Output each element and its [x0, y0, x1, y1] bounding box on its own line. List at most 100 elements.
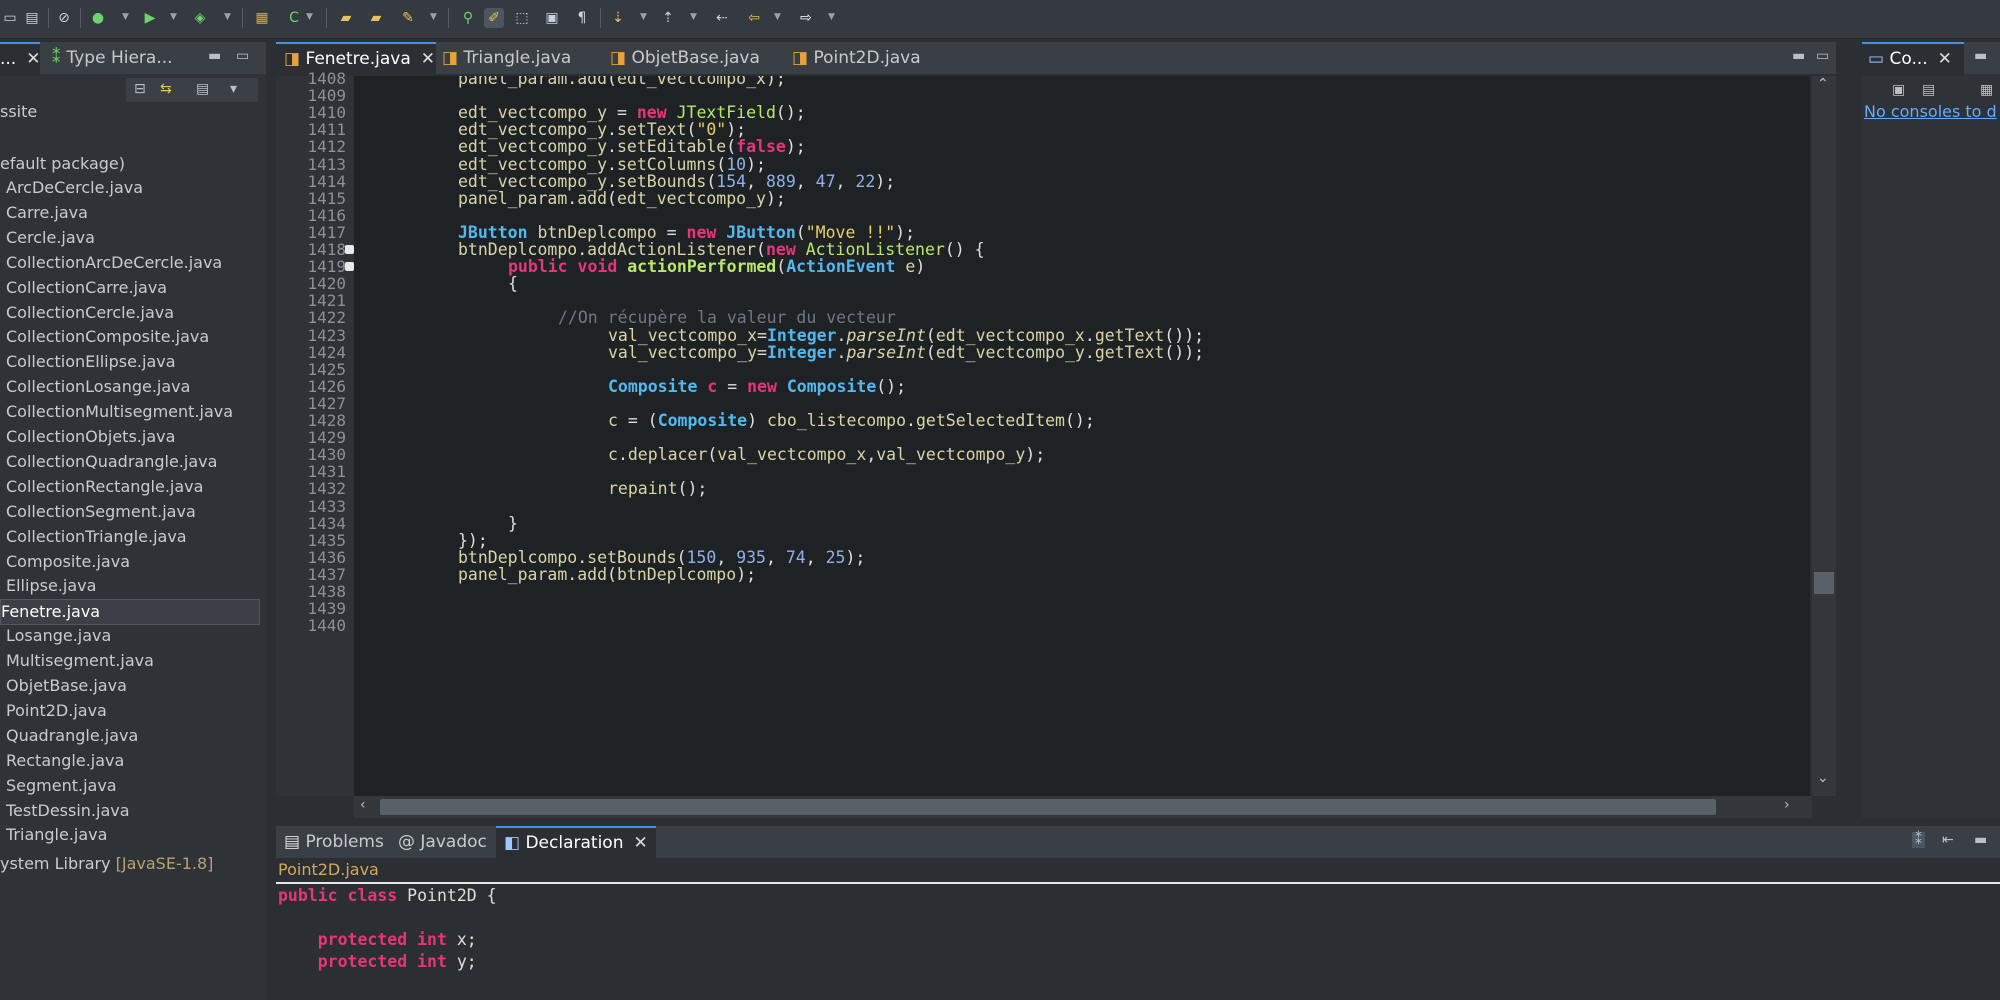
- file-item[interactable]: CollectionComposite.java: [6, 325, 209, 349]
- scroll-thumb[interactable]: [1814, 572, 1834, 594]
- close-icon[interactable]: ✕: [1938, 49, 1952, 69]
- file-item[interactable]: Point2D.java: [6, 699, 107, 723]
- focus-icon[interactable]: ▤: [196, 81, 209, 97]
- tab-objetbase[interactable]: ◨ ObjetBase.java: [610, 42, 760, 74]
- save-all-icon[interactable]: ▭: [0, 8, 20, 28]
- open-console-icon[interactable]: ▦: [1980, 82, 1993, 98]
- file-item[interactable]: CollectionCarre.java: [6, 276, 167, 300]
- vertical-scrollbar[interactable]: ⌃ ⌄: [1812, 76, 1836, 796]
- chevron-down-icon[interactable]: ▼: [774, 12, 781, 22]
- close-icon[interactable]: ✕: [633, 833, 647, 853]
- open-input-icon[interactable]: ⇤: [1942, 832, 1954, 848]
- link-editor-icon[interactable]: ⇆: [160, 81, 172, 97]
- fold-toggle-icon[interactable]: [345, 262, 354, 272]
- file-item[interactable]: CollectionEllipse.java: [6, 350, 176, 374]
- minimize-icon[interactable]: ▬: [1792, 48, 1805, 64]
- last-edit-icon[interactable]: ⇠: [712, 8, 732, 28]
- chevron-down-icon[interactable]: ▼: [170, 12, 177, 22]
- breadcrumb-icon[interactable]: ▣: [542, 8, 562, 28]
- code-area[interactable]: panel_param.add(edt_vectcompo_x); edt_vec…: [354, 76, 1810, 796]
- horizontal-scrollbar[interactable]: ‹ ›: [354, 796, 1812, 818]
- maximize-icon[interactable]: ▭: [1816, 48, 1829, 64]
- file-item[interactable]: Cercle.java: [6, 226, 95, 250]
- file-item[interactable]: CollectionObjets.java: [6, 425, 175, 449]
- print-icon[interactable]: ▤: [22, 8, 42, 28]
- fold-toggle-icon[interactable]: [345, 245, 354, 254]
- forward-icon[interactable]: ⇨: [796, 8, 816, 28]
- chevron-down-icon[interactable]: ▼: [828, 12, 835, 22]
- view-menu-icon[interactable]: ▾: [230, 81, 237, 97]
- minimize-icon[interactable]: ▬: [1974, 48, 1987, 64]
- scroll-thumb[interactable]: [380, 799, 1716, 815]
- minimize-icon[interactable]: ▬: [208, 48, 221, 64]
- file-item[interactable]: Fenetre.java: [0, 599, 260, 626]
- file-item[interactable]: CollectionMultisegment.java: [6, 400, 233, 424]
- close-icon[interactable]: ✕: [26, 49, 40, 69]
- file-item[interactable]: CollectionArcDeCercle.java: [6, 251, 222, 275]
- link-selection-icon[interactable]: ⁑: [1912, 832, 1925, 848]
- tab-javadoc[interactable]: @ Javadoc: [398, 826, 487, 858]
- file-item[interactable]: ObjetBase.java: [6, 674, 127, 698]
- tab-console[interactable]: ▭ Co... ✕: [1862, 42, 1964, 76]
- block-select-icon[interactable]: ¶: [572, 8, 592, 28]
- scroll-right-icon[interactable]: ›: [1784, 797, 1790, 813]
- file-item[interactable]: CollectionCercle.java: [6, 301, 174, 325]
- debug-icon[interactable]: ●: [88, 8, 108, 28]
- file-item[interactable]: TestDessin.java: [6, 799, 130, 823]
- close-icon[interactable]: ✕: [421, 49, 435, 69]
- chevron-down-icon[interactable]: ▼: [430, 12, 437, 22]
- tree-project[interactable]: ssite: [0, 100, 37, 124]
- new-class-icon[interactable]: C: [284, 8, 304, 28]
- tab-package-explorer[interactable]: ... ✕: [0, 42, 40, 76]
- file-item[interactable]: CollectionSegment.java: [6, 500, 196, 524]
- tab-point2d[interactable]: ◨ Point2D.java: [792, 42, 921, 74]
- file-item[interactable]: CollectionQuadrangle.java: [6, 450, 217, 474]
- file-item[interactable]: CollectionLosange.java: [6, 375, 190, 399]
- tab-fenetre[interactable]: ◨ Fenetre.java ✕: [276, 42, 436, 76]
- tab-triangle[interactable]: ◨ Triangle.java: [442, 42, 571, 74]
- highlight-icon[interactable]: ✐: [484, 8, 504, 28]
- collapse-all-icon[interactable]: ⊟: [134, 81, 146, 97]
- file-item[interactable]: Rectangle.java: [6, 749, 124, 773]
- file-item[interactable]: Triangle.java: [6, 823, 107, 847]
- open-type-icon[interactable]: ▰: [366, 8, 386, 28]
- maximize-icon[interactable]: ▭: [236, 48, 249, 64]
- file-item[interactable]: Segment.java: [6, 774, 117, 798]
- tab-problems[interactable]: ▤ Problems: [284, 826, 384, 858]
- scroll-up-icon[interactable]: ⌃: [1817, 76, 1829, 92]
- open-folder-icon[interactable]: ▰: [336, 8, 356, 28]
- file-item[interactable]: CollectionTriangle.java: [6, 525, 187, 549]
- file-item[interactable]: Composite.java: [6, 550, 130, 574]
- history-icon[interactable]: ⊘: [54, 8, 74, 28]
- pin-console-icon[interactable]: ▤: [1922, 82, 1935, 98]
- edit-icon[interactable]: ✎: [398, 8, 418, 28]
- file-item[interactable]: Losange.java: [6, 624, 111, 648]
- display-console-icon[interactable]: ▣: [1892, 82, 1905, 98]
- file-item[interactable]: ArcDeCercle.java: [6, 176, 143, 200]
- search-icon[interactable]: ⚲: [458, 8, 478, 28]
- declaration-file-link[interactable]: Point2D.java: [278, 860, 379, 879]
- chevron-down-icon[interactable]: ▼: [640, 12, 647, 22]
- file-item[interactable]: Quadrangle.java: [6, 724, 138, 748]
- file-item[interactable]: Ellipse.java: [6, 574, 96, 598]
- tree-library[interactable]: ystem Library [JavaSE-1.8]: [0, 852, 213, 876]
- prev-annotation-icon[interactable]: ⇡: [658, 8, 678, 28]
- back-icon[interactable]: ⇦: [744, 8, 764, 28]
- file-item[interactable]: CollectionRectangle.java: [6, 475, 203, 499]
- file-item[interactable]: Carre.java: [6, 201, 88, 225]
- file-item[interactable]: Multisegment.java: [6, 649, 154, 673]
- next-annotation-icon[interactable]: ⇣: [608, 8, 628, 28]
- coverage-icon[interactable]: ◈: [190, 8, 210, 28]
- chevron-down-icon[interactable]: ▼: [122, 12, 129, 22]
- new-package-icon[interactable]: ▦: [252, 8, 272, 28]
- chevron-down-icon[interactable]: ▼: [690, 12, 697, 22]
- run-icon[interactable]: ▶: [140, 8, 160, 28]
- scroll-left-icon[interactable]: ‹: [360, 797, 366, 813]
- scroll-down-icon[interactable]: ⌄: [1817, 770, 1829, 786]
- minimize-icon[interactable]: ▬: [1974, 832, 1987, 848]
- chevron-down-icon[interactable]: ▼: [306, 12, 313, 22]
- tab-declaration[interactable]: ◧ Declaration ✕: [496, 826, 656, 860]
- toggle-mark-icon[interactable]: ⬚: [512, 8, 532, 28]
- chevron-down-icon[interactable]: ▼: [224, 12, 231, 22]
- tree-package[interactable]: efault package): [0, 152, 125, 176]
